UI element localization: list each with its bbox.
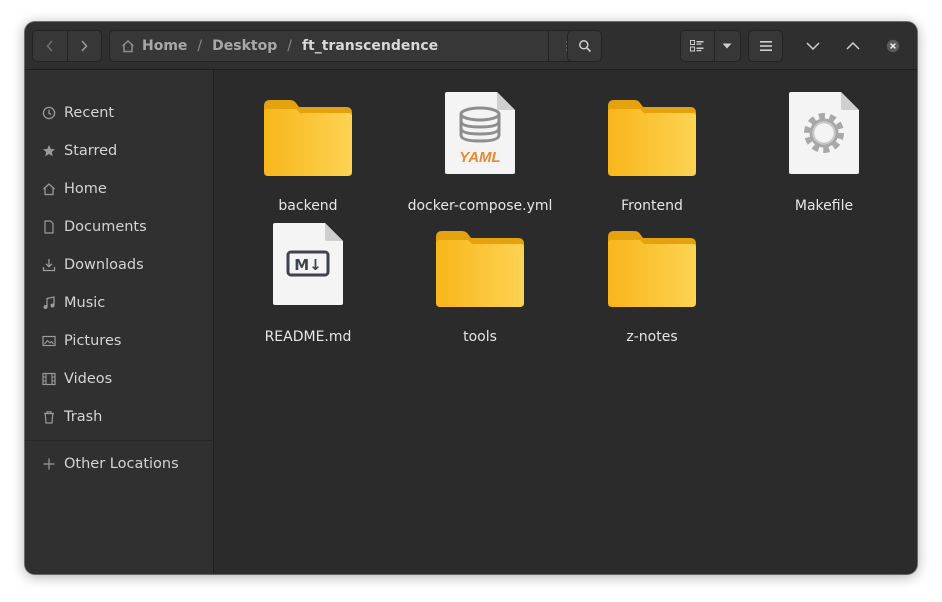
path-bar: Home / Desktop / ft_transcendence [109, 30, 587, 62]
file-name: tools [463, 329, 497, 345]
folder-icon [222, 88, 394, 176]
home-icon [121, 39, 135, 53]
sidebar-item-music[interactable]: Music [25, 284, 214, 322]
back-button[interactable] [33, 31, 67, 61]
view-options [680, 30, 741, 62]
breadcrumb-current[interactable]: ft_transcendence [302, 38, 438, 54]
forward-button[interactable] [66, 31, 101, 61]
sidebar-item-label: Starred [64, 143, 118, 159]
picture-icon [41, 333, 57, 349]
home-icon [41, 181, 57, 197]
sidebar-item-label: Documents [64, 219, 147, 235]
film-icon [41, 371, 57, 387]
file-item-folder[interactable]: tools [394, 219, 566, 345]
sidebar-item-other-locations[interactable]: Other Locations [25, 445, 214, 483]
folder-icon [566, 88, 738, 176]
sidebar-item-documents[interactable]: Documents [25, 208, 214, 246]
headerbar: Home / Desktop / ft_transcendence [25, 22, 917, 70]
file-name: Makefile [794, 198, 854, 214]
view-dropdown-button[interactable] [713, 31, 740, 61]
close-icon [886, 39, 900, 53]
yaml-file-icon: YAML [394, 88, 566, 176]
sidebar-item-label: Downloads [64, 257, 144, 273]
sidebar-item-recent[interactable]: Recent [25, 94, 214, 132]
file-item-folder[interactable]: backend [222, 88, 394, 214]
sidebar-item-label: Music [64, 295, 106, 311]
sidebar-item-label: Trash [64, 409, 103, 425]
main-menu-button[interactable] [748, 30, 783, 62]
plus-icon [41, 456, 57, 472]
file-name: z-notes [626, 329, 678, 345]
sidebar-divider [25, 440, 214, 441]
file-item-markdown[interactable]: M↓ README.md [222, 219, 394, 345]
sidebar-item-pictures[interactable]: Pictures [25, 322, 214, 360]
file-item-folder[interactable]: Frontend [566, 88, 738, 214]
sidebar-item-label: Recent [64, 105, 115, 121]
chevron-left-icon [46, 40, 53, 52]
folder-icon [566, 219, 738, 307]
music-icon [41, 295, 57, 311]
breadcrumb-home[interactable]: Home [142, 38, 187, 54]
star-icon [41, 143, 57, 159]
search-button[interactable] [567, 30, 602, 62]
file-item-folder[interactable]: z-notes [566, 219, 738, 345]
chevron-down-icon [722, 43, 732, 49]
chevron-right-icon [81, 40, 89, 52]
sidebar-item-label: Home [64, 181, 107, 197]
clock-icon [41, 105, 57, 121]
sidebar-item-trash[interactable]: Trash [25, 398, 214, 436]
file-name: Frontend [621, 198, 683, 214]
breadcrumb-separator: / [287, 38, 292, 54]
file-item-makefile[interactable]: Makefile [738, 88, 910, 214]
yaml-badge: YAML [459, 149, 500, 166]
markdown-file-icon: M↓ [222, 219, 394, 307]
sidebar-item-videos[interactable]: Videos [25, 360, 214, 398]
sidebar-item-label: Pictures [64, 333, 122, 349]
chevron-down-icon [806, 42, 820, 50]
minimize-button[interactable] [803, 36, 823, 56]
gear-file-icon [738, 88, 910, 176]
sidebar-item-starred[interactable]: Starred [25, 132, 214, 170]
file-name: docker-compose.yml [407, 198, 553, 214]
hamburger-menu-icon [759, 41, 772, 51]
breadcrumb-separator: / [197, 38, 203, 54]
sidebar-item-label: Videos [64, 371, 113, 387]
list-view-icon [690, 40, 704, 52]
sidebar: Recent Starred Home Documents Downloads … [25, 70, 214, 574]
file-manager-window: Home / Desktop / ft_transcendence Recent… [25, 22, 917, 574]
search-icon [578, 40, 591, 53]
chevron-up-icon [846, 42, 860, 50]
sidebar-item-label: Other Locations [64, 456, 179, 472]
close-button[interactable] [883, 36, 903, 56]
markdown-badge: M↓ [294, 256, 322, 274]
maximize-button[interactable] [843, 36, 863, 56]
folder-icon [394, 219, 566, 307]
file-name: backend [278, 198, 338, 214]
file-grid: backend YAML docker-compose.yml Frontend… [215, 70, 917, 574]
sidebar-item-downloads[interactable]: Downloads [25, 246, 214, 284]
breadcrumb-desktop[interactable]: Desktop [212, 38, 277, 54]
download-icon [41, 257, 57, 273]
file-item-yaml[interactable]: YAML docker-compose.yml [394, 88, 566, 214]
navigation-buttons [32, 30, 102, 62]
trash-icon [41, 409, 57, 425]
file-name: README.md [264, 329, 352, 345]
view-mode-button[interactable] [681, 31, 714, 61]
document-icon [41, 219, 57, 235]
sidebar-item-home[interactable]: Home [25, 170, 214, 208]
